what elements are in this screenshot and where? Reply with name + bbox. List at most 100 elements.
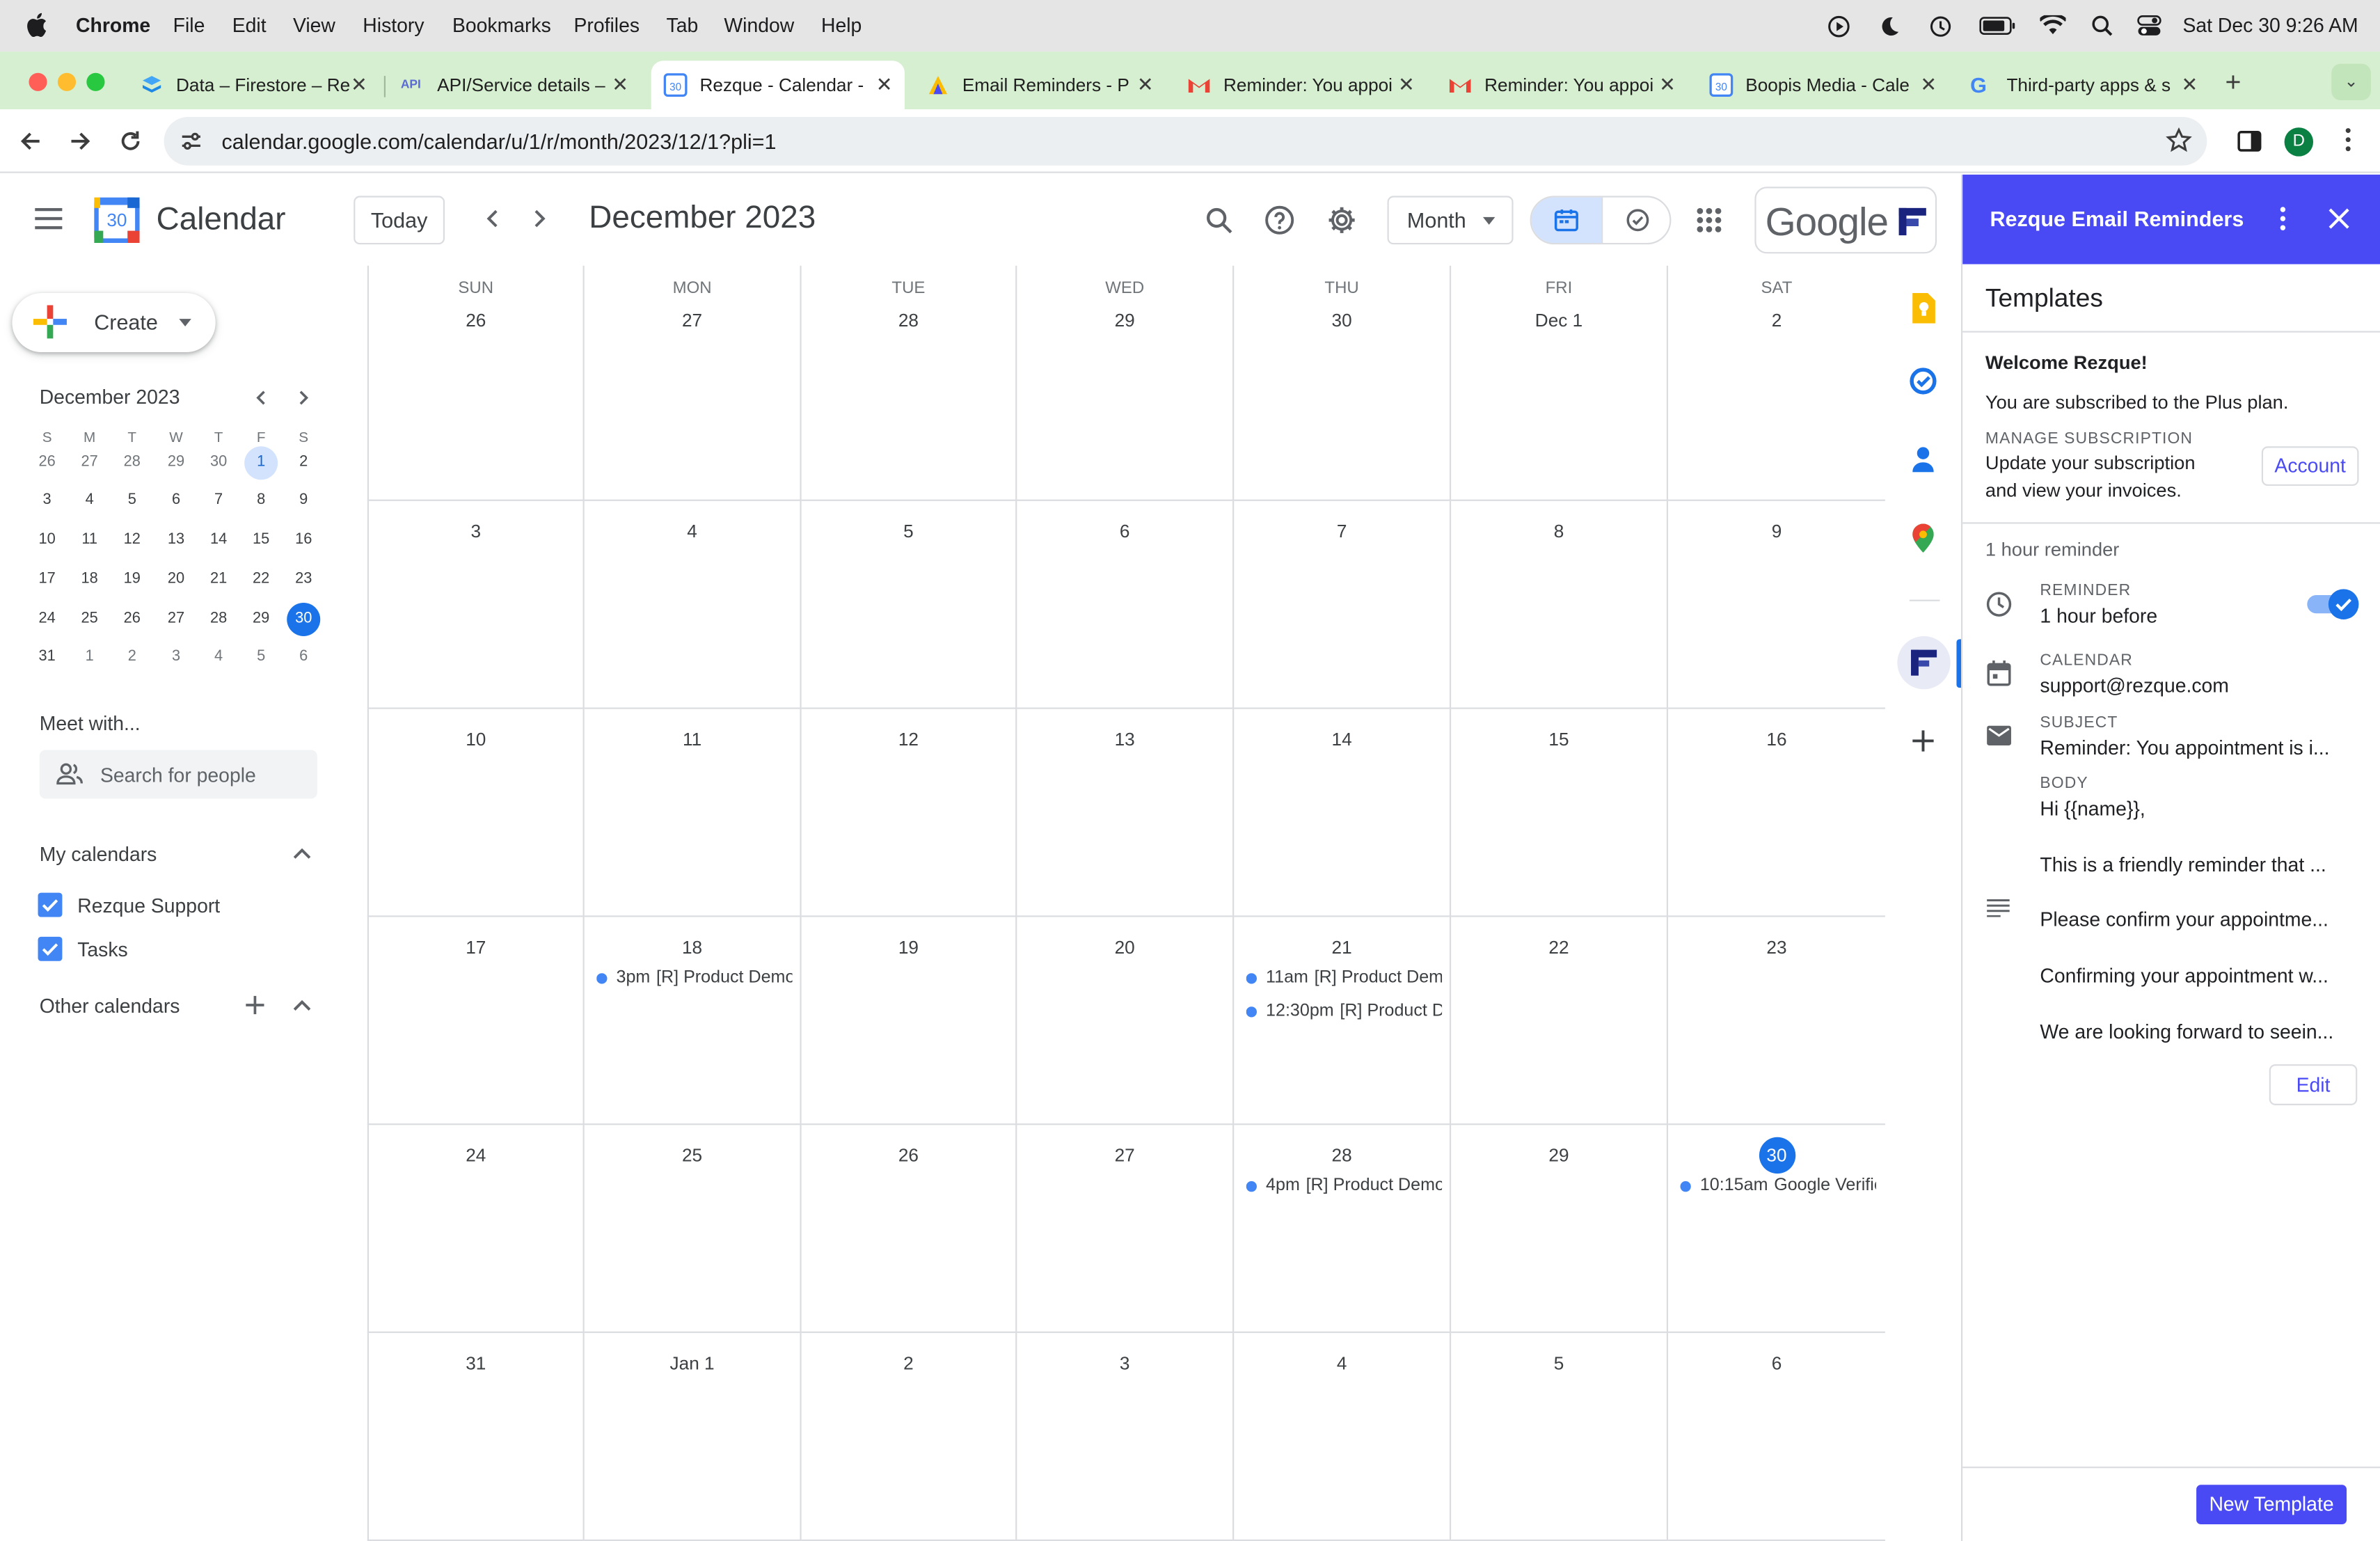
window-close-button[interactable]: [29, 72, 47, 91]
mini-calendar-day[interactable]: 3: [32, 486, 63, 516]
calendar-event-chip[interactable]: 11am [R] Product Demo: [1246, 964, 1442, 991]
screen-record-icon[interactable]: [1827, 15, 1850, 38]
day-number[interactable]: 28: [1324, 1137, 1360, 1173]
moon-icon[interactable]: [1879, 15, 1901, 38]
mini-calendar-day[interactable]: 26: [32, 448, 63, 478]
day-cell[interactable]: 11: [584, 709, 802, 917]
app-menu-chrome[interactable]: Chrome: [76, 14, 150, 37]
day-cell[interactable]: 4: [1234, 1333, 1452, 1541]
day-number[interactable]: 11: [674, 721, 710, 757]
side-panel-icon[interactable]: [2237, 131, 2262, 152]
today-button[interactable]: Today: [354, 196, 445, 245]
browser-tab[interactable]: G Third-party apps & s ✕: [1958, 61, 2210, 109]
url-text[interactable]: calendar.google.com/calendar/u/1/r/month…: [221, 129, 776, 153]
day-number[interactable]: 31: [458, 1345, 494, 1382]
day-number[interactable]: 26: [458, 302, 494, 338]
browser-menu-icon[interactable]: [2345, 127, 2351, 152]
mini-calendar-day[interactable]: 24: [32, 604, 63, 635]
day-cell[interactable]: 25: [584, 1125, 802, 1334]
close-tab-icon[interactable]: ✕: [1920, 73, 1937, 97]
menu-view[interactable]: View: [293, 14, 335, 37]
tab-search-chevron-icon[interactable]: ⌄: [2331, 63, 2371, 100]
browser-tab[interactable]: Data – Firestore – Re ✕: [127, 61, 379, 109]
day-number[interactable]: 2: [890, 1345, 926, 1382]
close-tab-icon[interactable]: ✕: [2181, 73, 2198, 97]
menu-help[interactable]: Help: [821, 14, 862, 37]
day-cell[interactable]: 18 3pm [R] Product Demo: [584, 917, 802, 1125]
day-cell[interactable]: 6: [1017, 500, 1235, 709]
day-number[interactable]: 19: [890, 929, 926, 965]
back-arrow-icon[interactable]: [17, 127, 44, 155]
mini-calendar-day[interactable]: 31: [32, 642, 63, 673]
mini-calendar-day[interactable]: 15: [246, 525, 276, 556]
new-tab-icon[interactable]: +: [2226, 67, 2242, 99]
day-cell[interactable]: 4: [584, 500, 802, 709]
search-people-input[interactable]: Search for people: [39, 750, 317, 799]
mini-calendar-day[interactable]: 29: [246, 604, 276, 635]
day-number[interactable]: 12: [890, 721, 926, 757]
calendar-view-toggle-icon[interactable]: [1531, 197, 1602, 244]
day-number[interactable]: 10: [458, 721, 494, 757]
close-tab-icon[interactable]: ✕: [351, 73, 367, 97]
previous-month-chevron-icon[interactable]: [483, 208, 505, 230]
day-number[interactable]: 15: [1541, 721, 1577, 757]
browser-tab[interactable]: 30 Boopis Media - Cale ✕: [1697, 61, 1949, 109]
mini-calendar-day[interactable]: 14: [203, 525, 234, 556]
mini-calendar-day[interactable]: 23: [288, 564, 319, 595]
day-cell[interactable]: WED 29: [1017, 265, 1235, 501]
day-cell[interactable]: SAT 2: [1668, 266, 1885, 501]
day-cell[interactable]: SUN 26: [367, 265, 585, 501]
more-vertical-icon[interactable]: [2280, 207, 2286, 231]
close-icon[interactable]: [2329, 208, 2350, 230]
mini-calendar-day[interactable]: 9: [288, 486, 319, 516]
day-number[interactable]: 30: [1758, 1137, 1795, 1174]
mini-calendar-day[interactable]: 1: [244, 446, 278, 480]
mini-calendar-day[interactable]: 19: [117, 564, 148, 595]
day-cell[interactable]: 6: [1668, 1333, 1885, 1541]
menu-profiles[interactable]: Profiles: [573, 14, 640, 37]
day-number[interactable]: 25: [674, 1137, 710, 1173]
control-center-icon[interactable]: [2137, 15, 2161, 37]
bookmark-star-icon[interactable]: [2166, 127, 2192, 153]
mini-prev-chevron-icon[interactable]: [252, 388, 270, 406]
menu-file[interactable]: File: [173, 14, 205, 37]
google-apps-grid-icon[interactable]: [1695, 207, 1722, 234]
day-cell[interactable]: MON 27: [584, 265, 802, 501]
day-cell[interactable]: 9: [1668, 501, 1885, 709]
day-number[interactable]: Dec 1: [1535, 302, 1582, 338]
mini-calendar-day[interactable]: 21: [203, 564, 234, 595]
day-number[interactable]: 6: [1759, 1345, 1795, 1382]
wifi-icon[interactable]: [2040, 15, 2066, 35]
calendar-event-chip[interactable]: 10:15am Google Verification: [1680, 1172, 1876, 1199]
mini-calendar-day[interactable]: 6: [161, 486, 191, 516]
day-number[interactable]: 3: [1106, 1345, 1143, 1382]
my-calendars-toggle[interactable]: My calendars: [0, 837, 367, 876]
mini-calendar-day[interactable]: 10: [32, 525, 63, 556]
mini-calendar-day[interactable]: 2: [117, 642, 148, 673]
profile-avatar[interactable]: D: [2284, 127, 2314, 157]
keep-icon[interactable]: [1911, 292, 1935, 324]
tasks-icon[interactable]: [1910, 368, 1937, 395]
day-cell[interactable]: 27: [1017, 1125, 1235, 1334]
day-cell[interactable]: THU 30: [1234, 265, 1452, 501]
browser-tab[interactable]: Email Reminders - P ✕: [914, 61, 1166, 109]
mini-calendar-day[interactable]: 30: [203, 448, 234, 478]
menu-tab[interactable]: Tab: [667, 14, 699, 37]
mini-calendar-day[interactable]: 6: [288, 642, 319, 673]
mini-calendar-day[interactable]: 5: [246, 642, 276, 673]
day-cell[interactable]: 10: [367, 709, 585, 917]
mini-calendar-day[interactable]: 22: [246, 564, 276, 595]
day-number[interactable]: 22: [1541, 929, 1577, 965]
day-cell[interactable]: 29: [1451, 1125, 1669, 1334]
mini-calendar-day[interactable]: 4: [203, 642, 234, 673]
day-cell[interactable]: 30 10:15am Google Verification: [1668, 1125, 1885, 1334]
menu-history[interactable]: History: [363, 14, 424, 37]
time-machine-icon[interactable]: [1929, 15, 1952, 38]
mini-calendar-day[interactable]: 28: [203, 604, 234, 635]
browser-tab[interactable]: Reminder: You appoi ✕: [1175, 61, 1427, 109]
main-menu-icon[interactable]: [35, 207, 63, 230]
day-cell[interactable]: 21 11am [R] Product Demo 12:30pm [R] Product…: [1234, 917, 1452, 1125]
mini-calendar-day[interactable]: 7: [203, 486, 234, 516]
site-info-icon[interactable]: [179, 129, 203, 153]
day-cell[interactable]: TUE 28: [801, 265, 1017, 501]
